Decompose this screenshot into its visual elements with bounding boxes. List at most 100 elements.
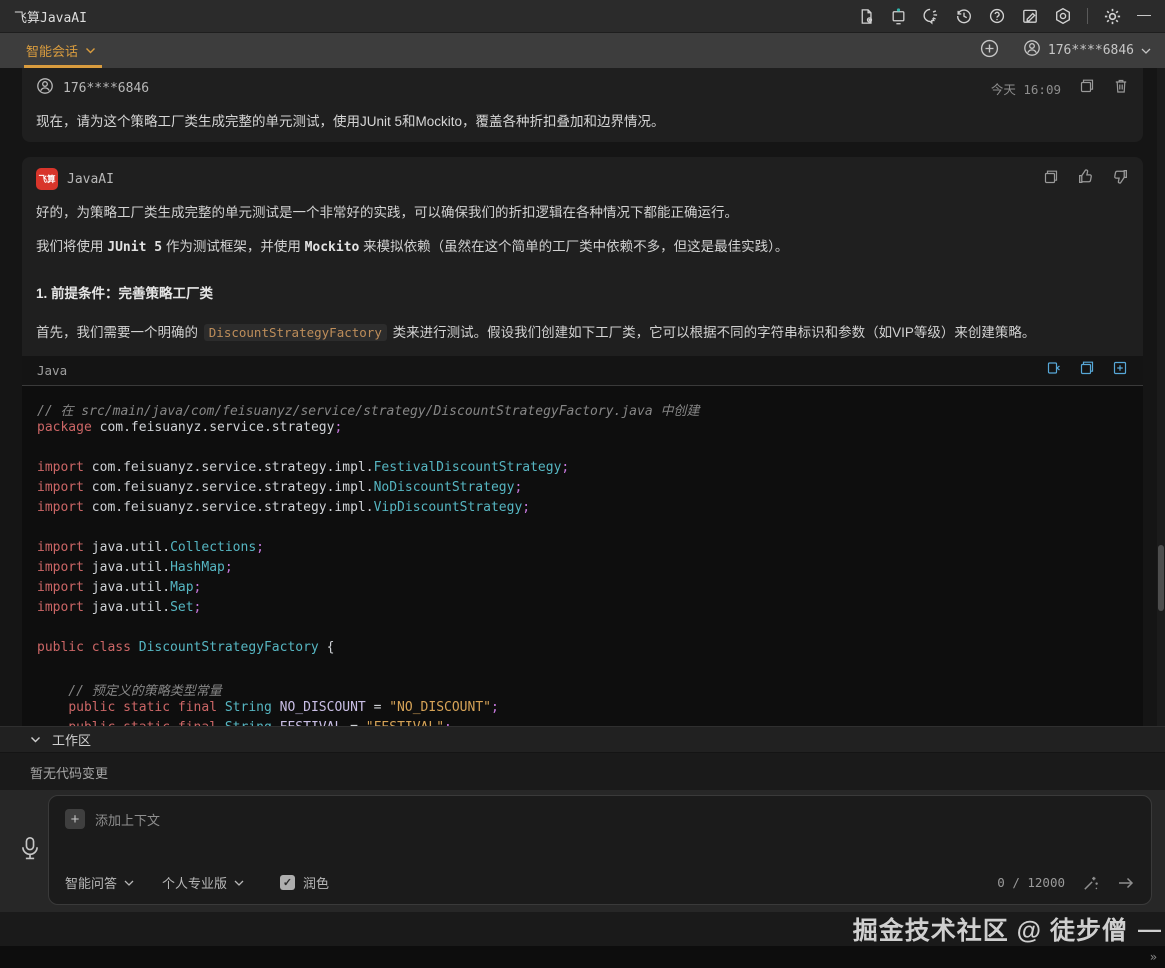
chevron-down-icon	[30, 732, 41, 747]
inline-strong: JUnit 5	[107, 239, 163, 255]
help-icon[interactable]	[988, 7, 1006, 25]
send-button[interactable]	[1117, 875, 1135, 891]
code-line: import java.util.HashMap;	[37, 559, 233, 575]
account-name: 176****6846	[1047, 43, 1134, 58]
code-line: public class DiscountStrategyFactory {	[37, 639, 335, 655]
scrollbar-track[interactable]	[1157, 68, 1165, 726]
text-run: 我们将使用	[36, 238, 108, 254]
ai-message: 飞算 JavaAI 好的，为策略工厂类生成完整的单元测试是一个非常好的实践，可以…	[22, 157, 1143, 726]
text-run: 首先，我们需要一个明确的	[36, 325, 202, 341]
code-line: import com.feisuanyz.service.strategy.im…	[37, 459, 570, 475]
code-line: public static final String NO_DISCOUNT =…	[68, 699, 499, 715]
expand-chevron-icon[interactable]: »	[1150, 950, 1157, 964]
user-icon	[1023, 39, 1041, 62]
code-lines: // 在 src/main/java/com/feisuanyz/service…	[22, 386, 1143, 726]
microphone-icon[interactable]	[18, 836, 42, 867]
chevron-down-icon	[234, 875, 244, 890]
checkbox-checked-icon[interactable]: ✓	[280, 875, 296, 890]
workspace-title: 工作区	[52, 733, 92, 748]
code-block-header: Java	[22, 355, 1143, 386]
tabbar: 智能会话 176****6846	[0, 33, 1165, 68]
add-file-icon[interactable]	[1112, 360, 1128, 381]
user-message: 176****6846 今天 16:09 现在，请为这个策略工厂类生成完整的单元…	[22, 68, 1143, 142]
tab-label: 智能会话	[26, 44, 79, 59]
ai-name: JavaAI	[67, 171, 114, 187]
code-line: package com.feisuanyz.service.strategy;	[37, 419, 343, 435]
app-window: 飞算 JavaAI — 智能会话 176****6846 176****6846 …	[0, 0, 1165, 968]
inline-code: DiscountStrategyFactory	[203, 324, 387, 342]
composer-toolbar: 智能问答 个人专业版 ✓ 润色 0 / 12000	[65, 873, 1135, 892]
delete-icon[interactable]	[1113, 78, 1129, 99]
minimize-button[interactable]: —	[1137, 7, 1151, 25]
code-line: // 在 src/main/java/com/feisuanyz/service…	[37, 403, 700, 419]
bottom-strip: »	[0, 946, 1165, 968]
composer-input[interactable]: + 添加上下文 智能问答 个人专业版 ✓ 润色 0 / 12000	[48, 795, 1152, 905]
ai-assistant-icon[interactable]	[922, 7, 940, 25]
code-actions	[1046, 360, 1128, 381]
user-message-text: 现在，请为这个策略工厂类生成完整的单元测试，使用JUnit 5和Mockito，…	[36, 114, 665, 129]
ai-paragraph-1: 好的，为策略工厂类生成完整的单元测试是一个非常好的实践，可以确保我们的折扣逻辑在…	[36, 205, 738, 220]
task-board-icon[interactable]	[890, 7, 907, 25]
javaai-logo: 飞算	[36, 168, 58, 190]
app-title: 飞算JavaAI	[14, 10, 87, 26]
code-line: import java.util.Set;	[37, 599, 202, 615]
user-message-actions: 今天 16:09	[991, 78, 1129, 99]
watermark-band: 掘金技术社区 @ 徒步僧 —	[0, 912, 1165, 946]
copy-icon[interactable]	[1079, 360, 1095, 381]
badge-settings-icon[interactable]	[1054, 7, 1072, 25]
history-icon[interactable]	[955, 7, 973, 25]
code-line: import java.util.Collections;	[37, 539, 264, 555]
watermark-dash: —	[1138, 915, 1161, 942]
insert-code-icon[interactable]	[1046, 360, 1062, 381]
user-message-header: 176****6846 今天 16:09	[22, 77, 1143, 100]
workspace-panel: 工作区 暂无代码变更	[0, 726, 1165, 790]
feedback-edit-icon[interactable]	[1021, 7, 1039, 25]
polish-toggle[interactable]: ✓ 润色	[280, 873, 329, 892]
inline-strong: Mockito	[304, 239, 360, 255]
polish-label: 润色	[303, 876, 330, 891]
char-counter: 0 / 12000	[997, 875, 1065, 890]
code-line: public static final String FESTIVAL = "F…	[37, 720, 1143, 726]
copy-icon[interactable]	[1079, 78, 1095, 99]
plan-select[interactable]: 个人专业版	[162, 873, 244, 892]
composer-panel: + 添加上下文 智能问答 个人专业版 ✓ 润色 0 / 12000	[0, 790, 1165, 912]
message-time: 今天 16:09	[990, 82, 1061, 97]
watermark-text: 掘金技术社区 @ 徒步僧	[852, 917, 1128, 945]
code-block: Java // 在 src/main/java/com/feisuanyz/se…	[22, 355, 1143, 726]
add-context-button[interactable]: +	[65, 809, 85, 829]
tabbar-right: 176****6846	[980, 39, 1151, 63]
gear-icon[interactable]	[1103, 7, 1122, 26]
code-line: import java.util.Map;	[37, 579, 202, 595]
thumbs-up-icon[interactable]	[1077, 168, 1094, 190]
user-name: 176****6846	[63, 81, 150, 96]
ai-paragraph-3: 首先，我们需要一个明确的 DiscountStrategyFactory 类来进…	[22, 323, 1143, 343]
composer-right: 0 / 12000	[997, 874, 1135, 892]
ai-message-actions	[1043, 168, 1129, 190]
add-context-row: + 添加上下文	[65, 809, 1135, 829]
copy-icon[interactable]	[1043, 169, 1059, 190]
tab-smart-chat[interactable]: 智能会话	[24, 33, 103, 68]
chevron-down-icon	[85, 47, 96, 55]
chevron-down-icon	[124, 875, 134, 890]
file-settings-icon[interactable]	[858, 8, 875, 25]
magic-wand-icon[interactable]	[1082, 874, 1100, 892]
new-chat-button[interactable]	[980, 39, 999, 63]
mode-select[interactable]: 智能问答	[65, 873, 134, 892]
workspace-empty-text: 暂无代码变更	[30, 766, 109, 781]
user-avatar-icon	[36, 77, 54, 100]
text-run: 来模拟依赖（虽然在这个简单的工厂类中依赖不多，但这是最佳实践）。	[359, 238, 789, 254]
account-menu[interactable]: 176****6846	[1023, 39, 1151, 62]
mode-select-value: 智能问答	[65, 876, 118, 891]
code-line: import com.feisuanyz.service.strategy.im…	[37, 499, 531, 515]
thumbs-down-icon[interactable]	[1112, 168, 1129, 190]
ai-heading-1: 1. 前提条件：完善策略工厂类	[36, 286, 214, 302]
titlebar-separator	[1087, 8, 1088, 24]
chevron-down-icon	[1141, 42, 1151, 60]
ai-message-header: 飞算 JavaAI	[22, 168, 1143, 190]
scrollbar-thumb[interactable]	[1158, 545, 1164, 611]
workspace-header[interactable]: 工作区	[0, 726, 1165, 753]
titlebar: 飞算JavaAI —	[0, 0, 1165, 33]
